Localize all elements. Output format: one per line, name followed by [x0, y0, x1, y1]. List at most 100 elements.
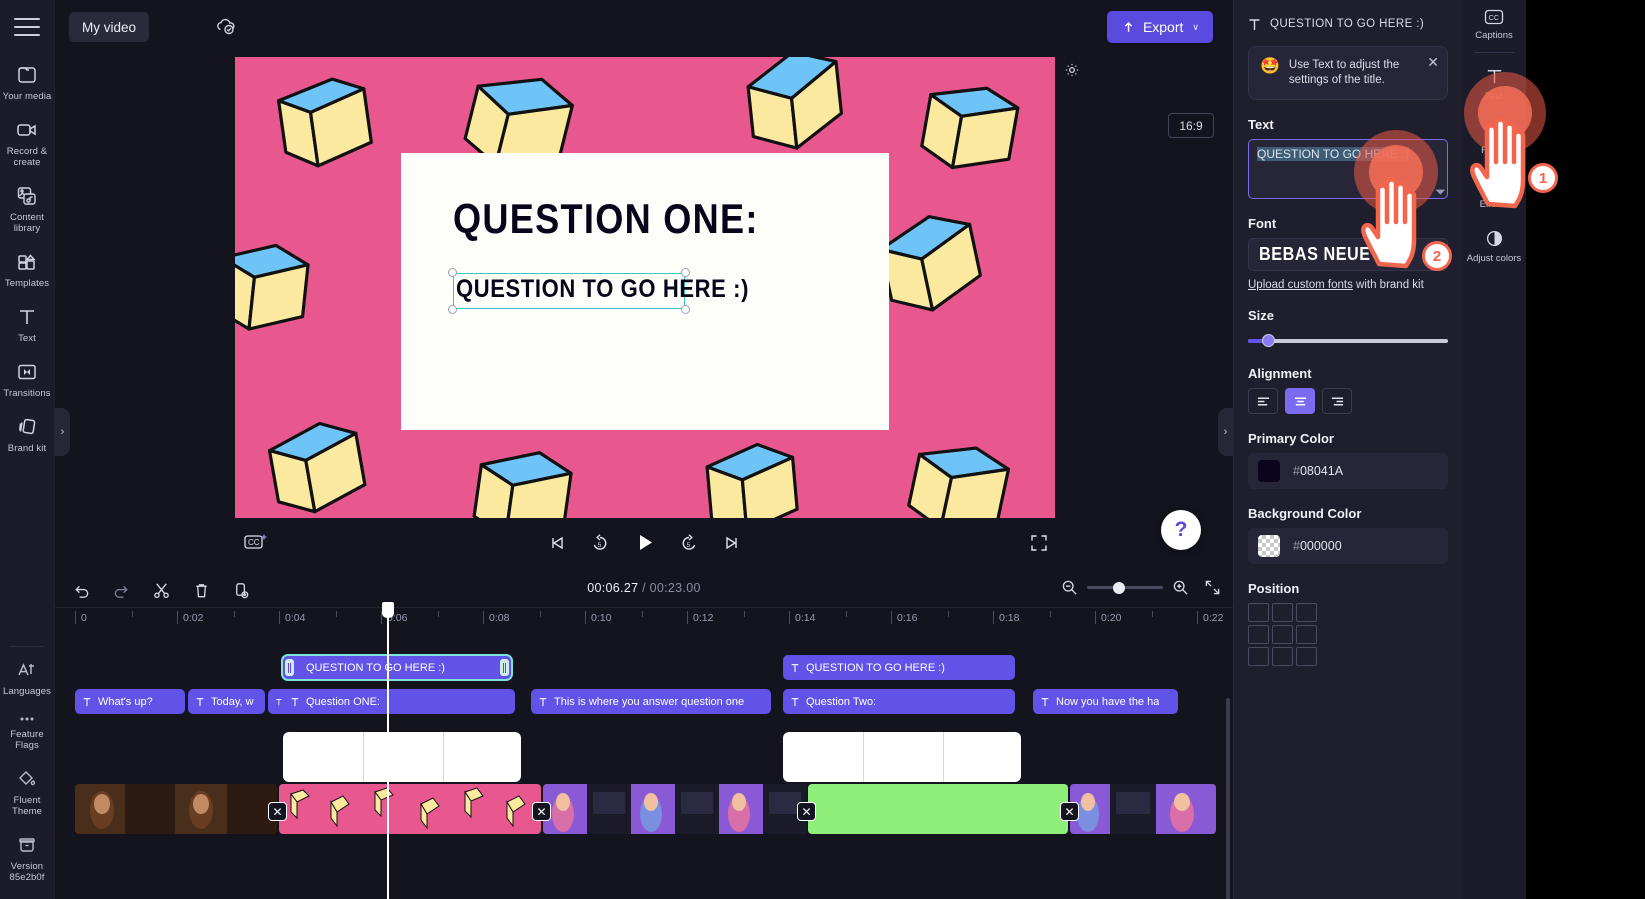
zoom-slider-knob[interactable]	[1113, 581, 1125, 594]
right-rail-item-effects[interactable]: Effects	[1462, 164, 1526, 218]
svg-text:5: 5	[597, 542, 601, 549]
primary-color-row[interactable]: #08041A	[1248, 453, 1448, 489]
resize-handle-tl[interactable]	[448, 268, 457, 277]
timeline: 00:06.27 / 00:23.00 0 0:02 0:04 0:06 0:0…	[55, 570, 1233, 899]
sidebar-item-fluent-theme[interactable]: Fluent Theme	[0, 758, 55, 824]
position-cell-bl[interactable]	[1248, 647, 1269, 666]
timeline-clip-text[interactable]: Question ONE:	[283, 689, 515, 714]
position-cell-mr[interactable]	[1296, 625, 1317, 644]
timeline-clip-video[interactable]	[1070, 784, 1216, 834]
expand-left-panel-button[interactable]: ›	[55, 408, 70, 456]
play-button[interactable]	[633, 531, 656, 554]
right-rail-item-text[interactable]: Text	[1462, 56, 1526, 110]
timeline-clip-video[interactable]	[279, 784, 541, 834]
settings-gear-icon[interactable]	[1063, 61, 1081, 84]
sidebar-item-label: Record & create	[6, 146, 48, 168]
upload-custom-fonts-link[interactable]: Upload custom fonts	[1248, 279, 1353, 291]
timeline-clip-title-selected[interactable]: QUESTION TO GO HERE :)	[281, 654, 513, 681]
timeline-clip-overlay[interactable]	[783, 732, 1021, 782]
sidebar-item-text[interactable]: Text	[0, 296, 55, 351]
fullscreen-button[interactable]	[1030, 534, 1048, 557]
text-input[interactable]: QUESTION TO GO HERE :) ◢	[1248, 139, 1448, 199]
ellipsis-icon	[20, 717, 34, 721]
background-color-row[interactable]: #000000	[1248, 528, 1448, 564]
expand-right-panel-button[interactable]: ›	[1218, 408, 1233, 456]
close-icon[interactable]: ✕	[1427, 55, 1439, 69]
grip-icon[interactable]	[285, 659, 294, 676]
total-time: 00:23.00	[649, 581, 701, 595]
video-canvas[interactable]: QUESTION ONE: QUESTION TO GO HERE :)	[235, 57, 1055, 518]
skip-next-button[interactable]	[722, 533, 742, 553]
position-cell-tr[interactable]	[1296, 603, 1317, 622]
align-center-button[interactable]	[1285, 388, 1315, 414]
sidebar-item-version[interactable]: Version 85e2b0f	[0, 824, 55, 899]
right-rail-item-captions[interactable]: CC Captions	[1462, 0, 1526, 49]
position-cell-tc[interactable]	[1272, 603, 1293, 622]
grip-icon[interactable]	[500, 659, 509, 676]
aspect-ratio-button[interactable]: 16:9	[1168, 113, 1214, 138]
position-cell-br[interactable]	[1296, 647, 1317, 666]
sidebar-item-languages[interactable]: Languages	[0, 649, 55, 704]
position-cell-ml[interactable]	[1248, 625, 1269, 644]
transition-badge[interactable]: ✕	[797, 802, 816, 821]
timeline-clip-title[interactable]: QUESTION TO GO HERE :)	[783, 655, 1015, 680]
zoom-out-button[interactable]	[1061, 579, 1078, 596]
transition-badge[interactable]: ✕	[268, 802, 287, 821]
timeline-clip-text[interactable]: Now you have the ha	[1033, 689, 1178, 714]
timeline-clip-video[interactable]	[808, 784, 1068, 834]
timeline-clip-video[interactable]	[75, 784, 277, 834]
timeline-clip-text[interactable]: This is where you answer question one	[531, 689, 771, 714]
right-rail-item-adjust-colors[interactable]: Adjust colors	[1462, 218, 1526, 272]
cloud-saved-icon[interactable]	[213, 15, 237, 42]
transition-badge[interactable]: ✕	[1060, 802, 1079, 821]
ruler-tick: 0:06	[380, 611, 408, 624]
position-cell-tl[interactable]	[1248, 603, 1269, 622]
contrast-icon	[1486, 230, 1502, 247]
timeline-clip-text[interactable]: Today, w	[188, 689, 265, 714]
hamburger-icon[interactable]	[14, 18, 40, 36]
left-sidebar: Your media Record & create Content libra…	[0, 0, 55, 899]
resize-handle-tr[interactable]	[681, 268, 690, 277]
timeline-ruler[interactable]: 0 0:02 0:04 0:06 0:08 0:10 0:12 0:14 0:1…	[55, 608, 1233, 630]
timeline-clip-overlay[interactable]	[283, 732, 521, 782]
position-cell-bc[interactable]	[1272, 647, 1293, 666]
align-left-button[interactable]	[1248, 388, 1278, 414]
sidebar-item-your-media[interactable]: Your media	[0, 54, 55, 109]
font-section-label: Font	[1248, 216, 1277, 231]
align-right-button[interactable]	[1322, 388, 1352, 414]
zoom-slider[interactable]	[1087, 581, 1163, 594]
timeline-clip-text[interactable]: What's up?	[75, 689, 185, 714]
size-section-label: Size	[1248, 308, 1275, 323]
right-rail-item-filters[interactable]: Filters	[1462, 110, 1526, 164]
transition-badge[interactable]: ✕	[532, 802, 551, 821]
rewind-5-button[interactable]: 5	[590, 533, 610, 553]
export-button[interactable]: Export ∨	[1106, 11, 1213, 43]
resize-handle-bl[interactable]	[448, 305, 457, 314]
resize-handle-br[interactable]	[681, 305, 690, 314]
background-color-swatch[interactable]	[1258, 535, 1280, 557]
sidebar-item-feature-flags[interactable]: Feature Flags	[0, 704, 55, 758]
sidebar-item-transitions[interactable]: Transitions	[0, 351, 55, 406]
zoom-in-button[interactable]	[1172, 579, 1189, 596]
canvas-subtitle-selection[interactable]: QUESTION TO GO HERE :)	[448, 268, 748, 314]
timeline-scrollbar[interactable]	[1226, 698, 1230, 899]
background-color-label: Background Color	[1248, 506, 1362, 521]
project-name-input[interactable]: My video	[69, 12, 150, 42]
position-cell-mc[interactable]	[1272, 625, 1293, 644]
skip-previous-button[interactable]	[547, 533, 567, 553]
sidebar-item-content-library[interactable]: Content library	[0, 175, 55, 241]
primary-color-swatch[interactable]	[1258, 460, 1280, 482]
size-slider-knob[interactable]	[1262, 334, 1275, 347]
resize-grip-icon[interactable]: ◢	[1434, 183, 1447, 196]
sidebar-item-record-create[interactable]: Record & create	[0, 109, 55, 175]
right-tool-rail: CC Captions Text Filters Effects Adjust …	[1462, 0, 1645, 899]
timeline-clip-text[interactable]: Question Two:	[783, 689, 1015, 714]
help-button[interactable]: ?	[1161, 510, 1201, 550]
timeline-clip-video[interactable]	[543, 784, 807, 834]
sidebar-item-brand-kit[interactable]: Brand kit	[0, 406, 55, 461]
font-select[interactable]: BEBAS NEUE	[1248, 238, 1448, 271]
fit-timeline-button[interactable]	[1204, 579, 1221, 596]
size-slider[interactable]	[1248, 333, 1448, 349]
sidebar-item-templates[interactable]: Templates	[0, 241, 55, 296]
forward-5-button[interactable]: 5	[679, 533, 699, 553]
